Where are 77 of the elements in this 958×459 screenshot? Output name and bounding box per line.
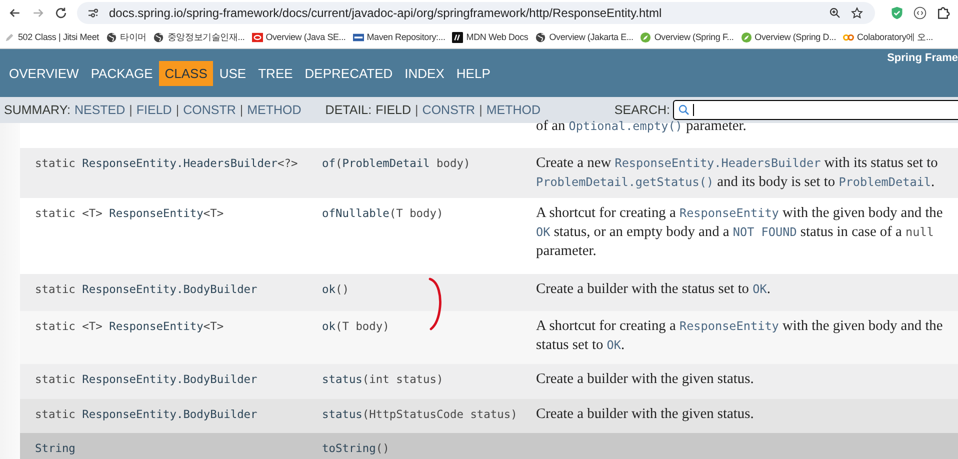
table-cell-text: toString() <box>322 442 390 455</box>
table-cell-text: Create a builder with the given status. <box>536 370 755 389</box>
table-cell-text: Create a builder with the given status. <box>536 405 755 424</box>
nav-link[interactable]: PACKAGE <box>84 60 159 86</box>
back-icon[interactable] <box>8 6 22 20</box>
table-cell-text: status(HttpStatusCode status) <box>322 408 518 421</box>
bookmark[interactable]: Overview (Jakarta E... <box>535 32 634 42</box>
reload-icon[interactable] <box>54 6 68 20</box>
summary-link[interactable]: FIELD <box>136 103 172 117</box>
table-cell-text: A shortcut for creating a ResponseEntity with the given body and the status set to OK. <box>536 317 944 355</box>
separator: | <box>176 103 180 117</box>
globe-icon <box>106 32 117 42</box>
table-cell-text: static <T> ResponseEntity<T> <box>35 207 225 220</box>
bookmark[interactable]: Overview (Java SE... <box>252 32 346 42</box>
table-cell-text: ok() <box>322 283 350 296</box>
table-cell-text: Create a new ResponseEntity.HeadersBuilder with its status set to ProblemDetail.getStatus() and its body is set to ProblemDetail. <box>536 154 939 192</box>
colab-icon <box>843 32 854 42</box>
separator: | <box>129 103 132 117</box>
detail-label: DETAIL: <box>325 103 372 117</box>
nav-link[interactable]: DEPRECATED <box>298 60 399 86</box>
bookmark[interactable]: Maven Repository:... <box>352 32 446 42</box>
shield-icon[interactable] <box>890 6 904 20</box>
table-cell-text: ok(T body) <box>322 320 390 333</box>
separator: | <box>240 103 244 117</box>
bookmark[interactable]: Colaboratory에 오... <box>843 30 933 44</box>
globe-icon <box>153 32 164 42</box>
summary-link[interactable]: METHOD <box>247 103 302 117</box>
search-field[interactable] <box>673 100 958 120</box>
globe-icon <box>535 32 546 42</box>
header-title: Spring Frame <box>887 52 958 64</box>
table-cell-text: of an Optional.empty() parameter. <box>536 117 748 136</box>
extensions-icon[interactable] <box>936 6 950 20</box>
summary-link[interactable]: CONSTR <box>183 103 236 117</box>
bookmark[interactable]: 중앙정보기술인재... <box>153 30 245 44</box>
address-bar[interactable]: docs.spring.io/spring-framework/docs/current/javadoc-api/org/springframework/http/ResponseEntity.html <box>77 2 875 24</box>
bookmark[interactable]: 502 Class | Jitsi Meet <box>4 32 99 42</box>
site-settings-icon[interactable] <box>87 7 99 19</box>
nav-link[interactable]: INDEX <box>398 60 450 86</box>
leaf-icon <box>640 32 652 42</box>
separator: | <box>415 103 418 117</box>
zoom-icon[interactable] <box>829 7 841 19</box>
star-icon[interactable] <box>851 7 863 19</box>
search-label: SEARCH: <box>614 103 670 117</box>
bookmark[interactable]: Overview (Spring F... <box>640 32 734 42</box>
summary-label: SUMMARY: <box>4 103 70 117</box>
nav-link[interactable]: TREE <box>252 60 299 86</box>
oracle-icon <box>252 32 263 42</box>
nav-link[interactable]: USE <box>213 60 252 86</box>
table-cell-text: of(ProblemDetail body) <box>322 157 472 170</box>
detail-text: FIELD <box>376 103 412 117</box>
bookmark[interactable]: 타이머 <box>106 30 146 44</box>
table-cell-text: status(int status) <box>322 373 444 386</box>
maven-icon <box>352 32 364 42</box>
mdn-icon <box>452 32 464 42</box>
table-cell-text: static ResponseEntity.HeadersBuilder<?> <box>35 157 299 170</box>
table-cell-text: static <T> ResponseEntity<T> <box>35 320 225 333</box>
search-icon <box>678 104 690 116</box>
table-cell-text: Create a builder with the status set to OK. <box>536 280 772 299</box>
table-cell-text: static ResponseEntity.BodyBuilder <box>35 283 258 296</box>
nav-link[interactable]: CLASS <box>158 60 214 86</box>
table-cell-text: static ResponseEntity.BodyBuilder <box>35 373 258 386</box>
separator: | <box>479 103 482 117</box>
bookmark[interactable]: Overview (Spring D... <box>740 32 836 42</box>
bracket-annotation <box>428 277 442 331</box>
table-cell-text: String <box>35 442 76 455</box>
summary-link[interactable]: NESTED <box>74 103 126 117</box>
table-cell-text: A shortcut for creating a ResponseEntity with the given body and the OK status, or an empty body and a NOT FOUND status in case of a null parameter. <box>536 204 944 261</box>
detail-link[interactable]: CONSTR <box>422 103 476 117</box>
table-cell-text: ofNullable(T body) <box>322 207 444 220</box>
leaf-icon <box>740 32 752 42</box>
nav-link[interactable]: HELP <box>450 60 496 86</box>
bookmark[interactable]: MDN Web Docs <box>452 32 528 42</box>
table-cell-text: static ResponseEntity.BodyBuilder <box>35 408 258 421</box>
nav-link[interactable]: OVERVIEW <box>3 60 85 86</box>
pen-icon <box>4 32 15 42</box>
code-icon[interactable] <box>913 6 927 20</box>
detail-link[interactable]: METHOD <box>486 103 540 117</box>
